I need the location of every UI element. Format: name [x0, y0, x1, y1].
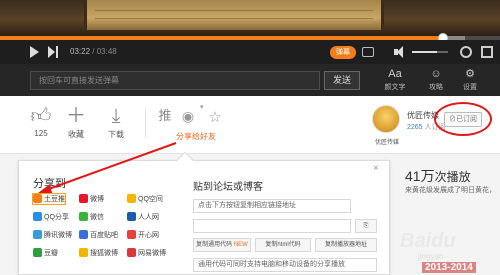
weibo-share-button[interactable]: ◉ [179, 106, 197, 128]
tool-emoticon[interactable]: Aa 颜文字 [380, 68, 410, 92]
danmu-settings-icon[interactable] [362, 47, 374, 57]
close-icon[interactable]: × [373, 163, 379, 174]
channel-logo-text: 优匠传媒 [374, 140, 399, 146]
share-platform-kaixin[interactable]: 开心网 [127, 230, 159, 240]
tool-guide[interactable]: ☺ 攻略 [421, 68, 451, 92]
guide-icon: ☺ [430, 68, 442, 80]
share-platform-weibo[interactable]: 微博 [79, 194, 104, 204]
share-title: 分享到 [33, 178, 66, 190]
chevron-down-icon[interactable]: ▾ [200, 103, 204, 111]
sohu-weibo-icon [79, 248, 88, 257]
bbs-title: 贴到论坛或博客 [193, 182, 263, 193]
kaixin-icon [127, 230, 136, 239]
recommend-label: 推 [158, 109, 172, 124]
share-platform-douban[interactable]: 豆瓣 [33, 248, 58, 258]
video-scene [0, 0, 500, 36]
gear-icon[interactable] [460, 46, 472, 58]
qq-icon [33, 212, 42, 221]
weibo-icon [79, 194, 88, 203]
player-controls: 03:22 / 03:48 弹幕 [0, 40, 500, 64]
favorite-star-button[interactable]: ☆ [206, 106, 224, 128]
like-count: 125 [34, 129, 48, 138]
channel-avatar[interactable] [372, 105, 400, 133]
divider [145, 108, 146, 138]
share-to-friends-link[interactable]: 分享给好友 [176, 131, 216, 142]
download-icon: ⤓ [111, 103, 121, 127]
settings-icon: ⚙ [465, 68, 475, 80]
copy-link-button[interactable]: ⎘ [355, 219, 377, 233]
share-platform-baidu-tieba[interactable]: 百度贴吧 [79, 230, 118, 240]
video-frame[interactable] [0, 0, 500, 36]
share-platform-tudou[interactable]: 土豆推 [32, 193, 66, 205]
share-platform-qq[interactable]: QQ分享 [33, 212, 69, 222]
annotation-ellipse [434, 102, 492, 136]
recommend-button[interactable]: 推 [156, 106, 174, 128]
danmu-input[interactable]: 按回车可直接发送弹幕 [30, 71, 320, 90]
tudou-icon [33, 194, 42, 203]
like-button[interactable]: 👍︎ 125 [30, 104, 52, 138]
netease-weibo-icon [127, 248, 136, 257]
emoticon-icon: Aa [388, 68, 402, 80]
share-platform-wechat[interactable]: 微信 [79, 212, 104, 222]
baidu-tieba-icon [79, 230, 88, 239]
tool-settings[interactable]: ⚙ 设置 [455, 68, 485, 92]
copy-player-url-button[interactable]: 复制播放器地址 [315, 238, 377, 252]
fullscreen-icon[interactable] [481, 46, 493, 58]
share-platform-sohu-weibo[interactable]: 搜狐微博 [79, 248, 118, 258]
star-icon: ☆ [208, 108, 222, 126]
time-display: 03:22 / 03:48 [70, 47, 117, 56]
share-platform-renren[interactable]: 人人网 [127, 212, 159, 222]
thumbs-up-icon: 👍︎ [30, 103, 52, 127]
copy-html-code-button[interactable]: 复制html代码 [255, 238, 311, 252]
bbs-universal-note: 通用代码可同时支持电脑和移动设备的分享播放 [193, 258, 377, 272]
danmu-row: 按回车可直接发送弹幕 发送 Aa 颜文字 ☺ 攻略 ⚙ 设置 [0, 64, 500, 96]
video-board-image [84, 0, 384, 30]
next-icon[interactable] [48, 46, 58, 58]
collect-button[interactable]: ＋ 收藏 [64, 104, 88, 140]
play-count: 41万次播放 [405, 168, 471, 184]
baidu-watermark: Baidu jingyan 2013-2014 [388, 230, 500, 275]
copy-universal-code-button[interactable]: 复制通用代码 NEW [193, 238, 251, 252]
volume-slider[interactable] [412, 51, 448, 53]
bbs-link-field[interactable] [193, 219, 351, 233]
play-icon[interactable] [30, 46, 39, 58]
volume-icon[interactable] [394, 46, 406, 58]
qzone-icon [127, 194, 136, 203]
time-total: 03:48 [96, 47, 117, 56]
danmu-toggle[interactable]: 弹幕 [330, 46, 356, 59]
send-button[interactable]: 发送 [324, 71, 360, 90]
douban-icon [33, 248, 42, 257]
weibo-icon: ◉ [181, 109, 195, 125]
share-platform-tencent-weibo[interactable]: 腾讯微博 [33, 230, 72, 240]
download-button[interactable]: ⤓ 下载 [104, 104, 128, 140]
wechat-icon [79, 212, 88, 221]
share-platform-netease-weibo[interactable]: 网易微博 [127, 248, 166, 258]
share-popup: × 分享到 土豆推 微博 QQ空间 QQ分享 微信 人人网腾讯微博 百度贴吧 开心网豆瓣 搜狐微… [18, 151, 390, 275]
renren-icon [127, 212, 136, 221]
time-current: 03:22 [70, 47, 91, 56]
bbs-hint-field[interactable]: 点击下方按钮复制相应链接地址 [193, 199, 351, 213]
video-description: 来黄花级发展成了明日黄花， [405, 187, 496, 194]
tencent-weibo-icon [33, 230, 42, 239]
share-platform-qzone[interactable]: QQ空间 [127, 194, 163, 204]
plus-icon: ＋ [66, 103, 86, 127]
